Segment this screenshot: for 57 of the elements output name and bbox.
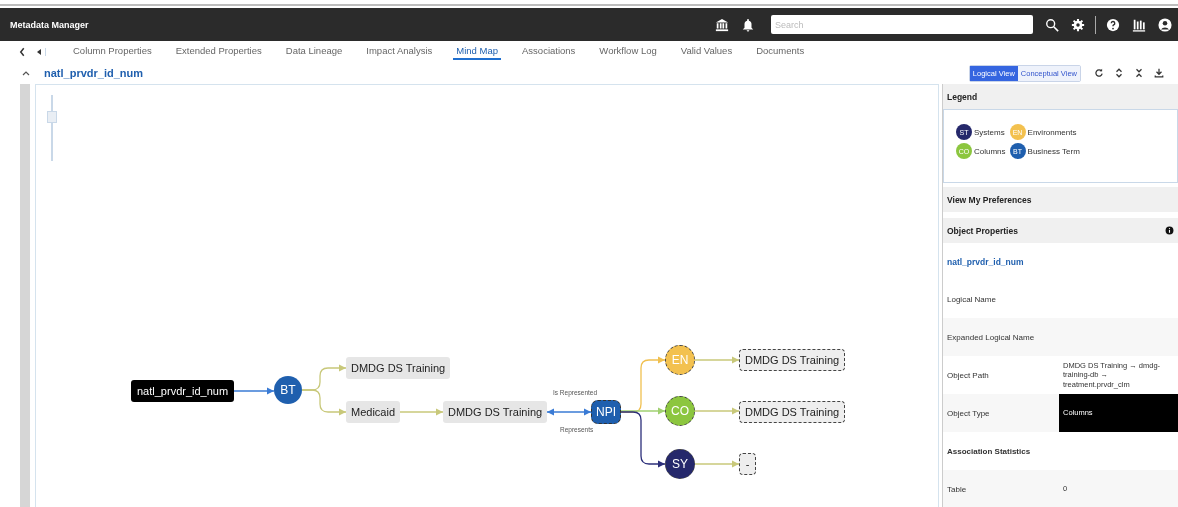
section-title: Object Properties	[947, 225, 1019, 236]
legend-label: Business Term	[1027, 146, 1080, 156]
entity-node[interactable]: DMDG DS Training	[443, 401, 548, 423]
term-node[interactable]: NPI	[591, 400, 621, 424]
tab[interactable]: Workflow Log	[596, 43, 660, 60]
tab[interactable]: Mind Map	[453, 43, 501, 60]
legend-label: Systems	[974, 127, 1005, 137]
tab[interactable]: Associations	[519, 43, 579, 60]
app-title: Metadata Manager	[10, 19, 90, 30]
entity-node[interactable]: Medicaid	[346, 401, 401, 423]
connector-arrow	[694, 407, 740, 415]
entity-node[interactable]: DMDG DS Training	[739, 349, 846, 371]
category-node[interactable]: SY	[665, 449, 695, 479]
search-icon[interactable]	[1045, 17, 1059, 32]
property-label: Logical Name	[946, 293, 997, 306]
tab[interactable]: Impact Analysis	[363, 43, 436, 60]
legend-label: Columns	[974, 146, 1006, 156]
tab[interactable]: Valid Values	[677, 43, 736, 60]
legend-label: Environments	[1027, 127, 1077, 137]
bank-icon[interactable]	[715, 17, 729, 32]
property-label: Object Type	[946, 407, 991, 420]
section-title: Legend	[947, 91, 979, 102]
expand-icon[interactable]	[1114, 68, 1124, 78]
entity-node[interactable]: DMDG DS Training	[346, 357, 451, 379]
collapse-icon[interactable]	[1134, 68, 1144, 78]
settings-icon[interactable]	[1071, 17, 1085, 32]
tab[interactable]: Data Lineage	[282, 43, 346, 60]
section-title: Association Statistics	[946, 445, 1032, 458]
connector-arrow	[694, 460, 740, 468]
entity-node[interactable]: DMDG DS Training	[739, 401, 846, 423]
refresh-icon[interactable]	[1094, 68, 1104, 78]
column-heading: natl_prvdr_id_num	[44, 67, 145, 79]
connector-arrow	[694, 356, 740, 364]
help-icon[interactable]	[1106, 17, 1120, 32]
download-icon[interactable]	[1154, 68, 1164, 78]
connector-arrow	[398, 408, 444, 416]
tab[interactable]: Column Properties	[70, 43, 155, 60]
connector-arrow	[546, 408, 592, 416]
column-node[interactable]: natl_prvdr_id_num	[131, 380, 235, 402]
info-icon[interactable]	[1165, 226, 1174, 235]
library-icon[interactable]	[1132, 17, 1146, 32]
scrollbar[interactable]	[20, 84, 30, 507]
caret-up-icon[interactable]	[22, 69, 30, 77]
user-icon[interactable]	[1158, 17, 1172, 32]
bell-icon[interactable]	[741, 17, 755, 32]
tab[interactable]: Documents	[753, 43, 808, 60]
search-field[interactable]: Search	[771, 15, 1033, 34]
tab[interactable]: Extended Properties	[172, 43, 265, 60]
entity-node[interactable]: -	[739, 453, 756, 475]
slider-thumb[interactable]	[47, 111, 57, 124]
connector-arrow	[301, 389, 347, 416]
property-label: Expanded Logical Name	[946, 331, 1036, 344]
property-label: Table	[946, 483, 968, 496]
property-label: Object Path	[946, 369, 990, 382]
object-name: natl_prvdr_id_num	[946, 255, 1025, 269]
term-node[interactable]: BT	[274, 376, 302, 404]
caret-left-icon[interactable]	[35, 47, 46, 56]
